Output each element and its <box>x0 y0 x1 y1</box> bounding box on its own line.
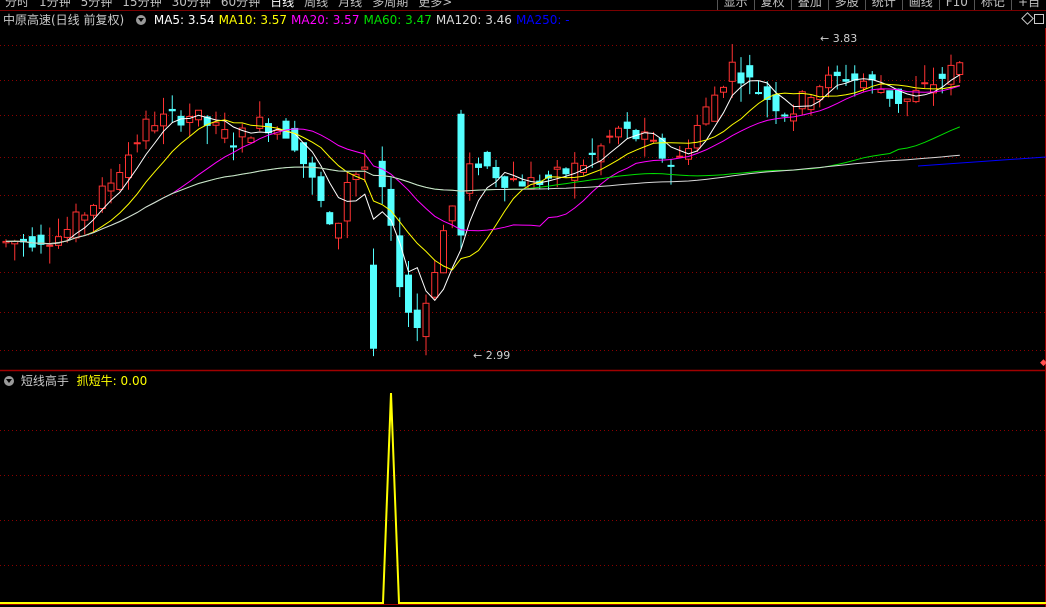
candle-body <box>63 228 71 238</box>
candle-body <box>125 154 132 179</box>
candle-body <box>378 160 386 188</box>
candle-body <box>956 62 964 75</box>
candle-body <box>510 178 517 181</box>
candle-body <box>553 166 561 170</box>
candle-body <box>326 212 334 225</box>
high-annotation: ← 3.83 <box>820 32 857 45</box>
candle-body <box>860 80 867 89</box>
candle-body <box>711 94 719 122</box>
candle-body <box>28 236 36 248</box>
candle-body <box>676 155 684 158</box>
low-annotation: ← 2.99 <box>473 349 510 362</box>
candle-body <box>133 142 141 145</box>
candle-body <box>702 106 710 125</box>
candle-body <box>921 82 929 85</box>
candle-body <box>562 168 570 175</box>
candle-body <box>833 71 841 77</box>
candle-body <box>370 264 377 349</box>
candle-body <box>98 185 106 210</box>
candle-body <box>877 88 885 93</box>
candle-body <box>518 181 526 187</box>
candle-body <box>728 61 736 82</box>
indicator-name: 短线高手 <box>20 374 69 388</box>
indicator-title-bar: 短线高手 抓短牛: 0.00 <box>0 373 147 389</box>
moving-averages <box>5 74 1046 302</box>
candle-body <box>422 302 430 338</box>
candle-body <box>475 163 482 168</box>
candle-body <box>615 127 622 138</box>
candle-body <box>448 205 456 222</box>
candles <box>2 44 964 357</box>
candle-body <box>650 139 657 142</box>
candle-body <box>221 129 229 139</box>
ma20-line <box>5 85 960 245</box>
candle-body <box>247 137 255 144</box>
candle-body <box>807 97 815 111</box>
candle-body <box>667 164 675 167</box>
candle-body <box>413 309 421 329</box>
candle-body <box>335 222 342 239</box>
candle-body <box>46 244 54 247</box>
candle-body <box>55 236 62 246</box>
candle-body <box>755 92 762 95</box>
candle-body <box>212 122 220 126</box>
candle-body <box>361 166 369 170</box>
candle-body <box>90 204 97 216</box>
candle-body <box>483 151 491 167</box>
candle-body <box>300 142 307 165</box>
candle-body <box>492 166 500 179</box>
candle-body <box>177 115 185 126</box>
candle-body <box>903 98 911 102</box>
candle-body <box>256 116 264 129</box>
candle-body <box>151 125 159 132</box>
candle-body <box>230 145 237 148</box>
signal-line <box>0 392 1046 604</box>
candle-body <box>781 114 789 117</box>
candle-body <box>825 74 832 89</box>
indicator-value: 抓短牛: 0.00 <box>76 374 148 388</box>
candle-body <box>588 152 596 156</box>
candle-body <box>720 86 727 93</box>
candle-body <box>772 94 780 112</box>
candle-body <box>291 127 299 151</box>
chart-grid <box>0 28 1046 607</box>
candle-body <box>308 162 316 178</box>
candle-body <box>816 86 824 101</box>
candle-body <box>842 79 850 82</box>
candle-body <box>466 163 474 194</box>
candle-body <box>938 73 946 79</box>
candle-body <box>501 176 509 188</box>
candle-body <box>116 172 124 190</box>
candle-body <box>737 72 745 84</box>
indicator-dropdown-icon[interactable] <box>4 376 14 386</box>
indicator-panel <box>0 392 1046 604</box>
candle-body <box>81 214 89 221</box>
candle-body <box>746 65 754 78</box>
candle-body <box>317 176 325 201</box>
ma250-line <box>917 156 1046 167</box>
ma5-line <box>5 74 961 302</box>
candle-body <box>142 118 150 142</box>
candle-body <box>107 182 115 192</box>
candle-body <box>606 135 614 138</box>
scroll-marker[interactable]: ◆ <box>1040 358 1046 370</box>
candle-body <box>693 124 701 149</box>
kline-chart[interactable]: ← 3.83 ← 2.99 <box>0 0 1046 607</box>
candle-body <box>623 121 631 129</box>
candle-body <box>886 90 894 99</box>
candle-body <box>405 274 412 313</box>
candle-body <box>168 108 176 112</box>
candle-body <box>160 113 167 127</box>
candle-body <box>457 113 465 236</box>
ma60-line <box>5 126 960 245</box>
candle-body <box>431 272 439 298</box>
